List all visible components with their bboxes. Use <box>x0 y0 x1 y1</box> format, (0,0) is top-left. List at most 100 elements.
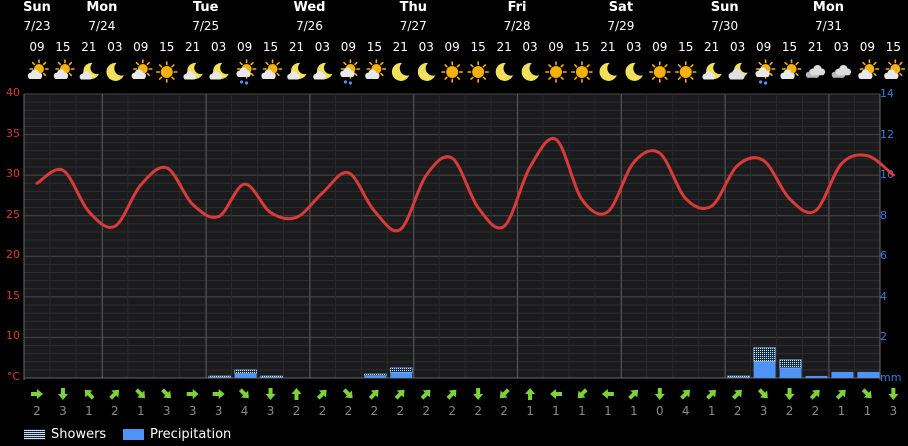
temperature-point <box>62 169 64 171</box>
weather-icons <box>27 59 906 85</box>
wind-arrow-icon <box>525 388 536 400</box>
sun-disc <box>575 66 588 78</box>
temperature-point <box>867 155 869 157</box>
sun-ray <box>354 72 358 77</box>
temperature-point <box>244 183 246 185</box>
temperature-point <box>477 207 479 209</box>
temperature-point <box>711 205 713 207</box>
wind-arrow-shape <box>186 389 199 400</box>
wind-arrow-icon <box>420 389 431 400</box>
moon-shape <box>599 62 617 81</box>
moon-shape <box>521 62 540 81</box>
wind-arrow-icon <box>835 389 846 400</box>
temperature-point <box>36 182 38 184</box>
sun-icon <box>441 61 464 83</box>
wind-arrow-icon <box>265 388 276 400</box>
moon-shape <box>391 62 410 81</box>
sun-ray <box>795 61 799 66</box>
sun-ray <box>250 72 254 77</box>
sun-ray <box>444 64 448 68</box>
moon-icon <box>521 62 540 81</box>
wind-arrow-icon <box>161 388 171 399</box>
moon-icon <box>417 62 436 81</box>
cloud-base <box>80 76 92 80</box>
wind-arrow-shape <box>473 388 484 400</box>
sun-ray <box>862 61 866 66</box>
sun-ray <box>171 76 175 80</box>
sun-ray <box>239 61 243 66</box>
sun-ray <box>795 72 799 77</box>
sun-icon <box>571 61 593 83</box>
wind-arrow-icon <box>394 389 405 400</box>
plot-background <box>24 94 880 378</box>
sun-disc <box>550 66 562 78</box>
temperature-point <box>88 211 90 213</box>
wind-arrow-shape <box>809 389 820 400</box>
wind-arrow-icon <box>654 388 665 400</box>
sun-ray <box>57 61 62 66</box>
moon-shape <box>495 62 514 81</box>
wind-arrow-shape <box>420 389 431 400</box>
precipitation-bar <box>805 375 828 378</box>
sun-ray <box>664 76 668 80</box>
sun-shower-icon <box>236 59 257 85</box>
wind-arrow-shape <box>109 389 120 400</box>
sun-ray <box>158 64 163 68</box>
sun-ray <box>42 72 47 77</box>
wind-arrow-shape <box>238 388 249 399</box>
sun-ray <box>146 61 150 66</box>
sun-ray <box>276 61 280 66</box>
moon-icon <box>599 62 617 81</box>
temperature-point <box>451 157 453 159</box>
showers-bar <box>234 369 257 374</box>
showers-bar <box>390 367 413 373</box>
wind-arrow-icon <box>84 389 95 400</box>
sun-shower-icon <box>755 59 776 85</box>
showers-bar <box>779 359 802 369</box>
sun-disc <box>160 66 173 78</box>
rain-drop <box>240 80 244 84</box>
sun-cloud-icon <box>858 59 880 80</box>
wind-arrow-shape <box>550 389 562 399</box>
wind-arrow-icon <box>446 389 457 400</box>
sun-ray <box>677 64 682 68</box>
sun-ray <box>158 76 163 80</box>
wind-arrow-shape <box>680 389 690 400</box>
temperature-point <box>815 210 817 212</box>
rain-drop <box>343 80 347 84</box>
cloud-base <box>237 73 250 77</box>
sun-cloud-icon <box>131 59 153 80</box>
sun-ray <box>548 76 552 80</box>
rain-drop <box>764 81 768 85</box>
sun-ray <box>250 61 254 66</box>
cloud-base <box>184 76 196 80</box>
sun-ray <box>899 61 903 66</box>
temperature-point <box>659 152 661 154</box>
temperature-point <box>503 225 505 227</box>
sun-icon <box>674 61 697 83</box>
rain-drop <box>759 80 763 84</box>
sun-ray <box>456 76 461 80</box>
temperature-point <box>192 204 194 206</box>
wind-arrow-shape <box>888 388 899 400</box>
wind-arrow-icon <box>628 389 639 400</box>
sun-ray <box>560 64 564 68</box>
sun-cloud-icon <box>365 59 387 80</box>
sun-ray <box>690 76 694 80</box>
sun-ray <box>758 61 762 66</box>
wind-arrow-icon <box>342 388 353 399</box>
wind-arrow-icon <box>499 388 510 399</box>
precipitation-swatch <box>123 428 144 440</box>
sun-ray <box>482 64 487 68</box>
cloud-base <box>756 73 769 77</box>
temperature-point <box>607 211 609 213</box>
sun-disc <box>679 66 692 78</box>
cloud-icon <box>805 65 826 78</box>
temperature-point <box>140 184 142 186</box>
wind-arrow-icon <box>31 389 43 399</box>
sun-ray <box>482 76 487 80</box>
wind-arrow-icon <box>861 388 872 399</box>
wind-arrow-shape <box>394 389 405 400</box>
legend-showers-label: Showers <box>51 426 107 442</box>
legend-showers: Showers <box>24 426 106 442</box>
